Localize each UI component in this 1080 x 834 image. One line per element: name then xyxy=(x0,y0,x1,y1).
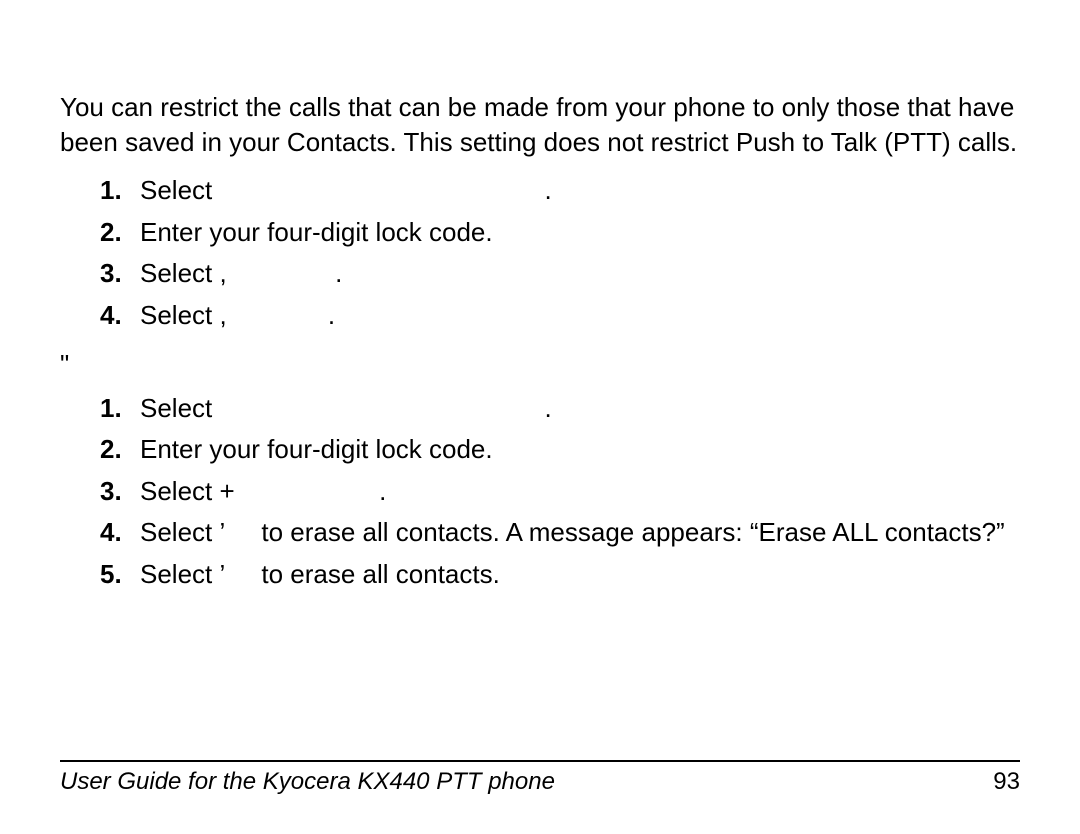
footer-page-number: 93 xyxy=(993,768,1020,796)
page-content: You can restrict the calls that can be m… xyxy=(0,0,1080,596)
procedure-list-1: Select . Enter your four-digit lock code… xyxy=(100,170,1020,336)
footer-title: User Guide for the Kyocera KX440 PTT pho… xyxy=(60,768,555,796)
list-item: Enter your four-digit lock code. xyxy=(100,212,1020,254)
list-item: Select + . xyxy=(100,471,1020,513)
list-item: Select , . xyxy=(100,295,1020,337)
list-item: Select , . xyxy=(100,253,1020,295)
list-item: Enter your four-digit lock code. xyxy=(100,429,1020,471)
list-item: Select ’ to erase all contacts. xyxy=(100,554,1020,596)
procedure-list-2: Select . Enter your four-digit lock code… xyxy=(100,388,1020,596)
list-item: Select . xyxy=(100,170,1020,212)
list-item: Select ’ to erase all contacts. A messag… xyxy=(100,512,1020,554)
list-item: Select . xyxy=(100,388,1020,430)
section-marker: " xyxy=(60,349,1020,380)
page-footer: User Guide for the Kyocera KX440 PTT pho… xyxy=(60,760,1020,796)
intro-paragraph: You can restrict the calls that can be m… xyxy=(60,90,1020,160)
